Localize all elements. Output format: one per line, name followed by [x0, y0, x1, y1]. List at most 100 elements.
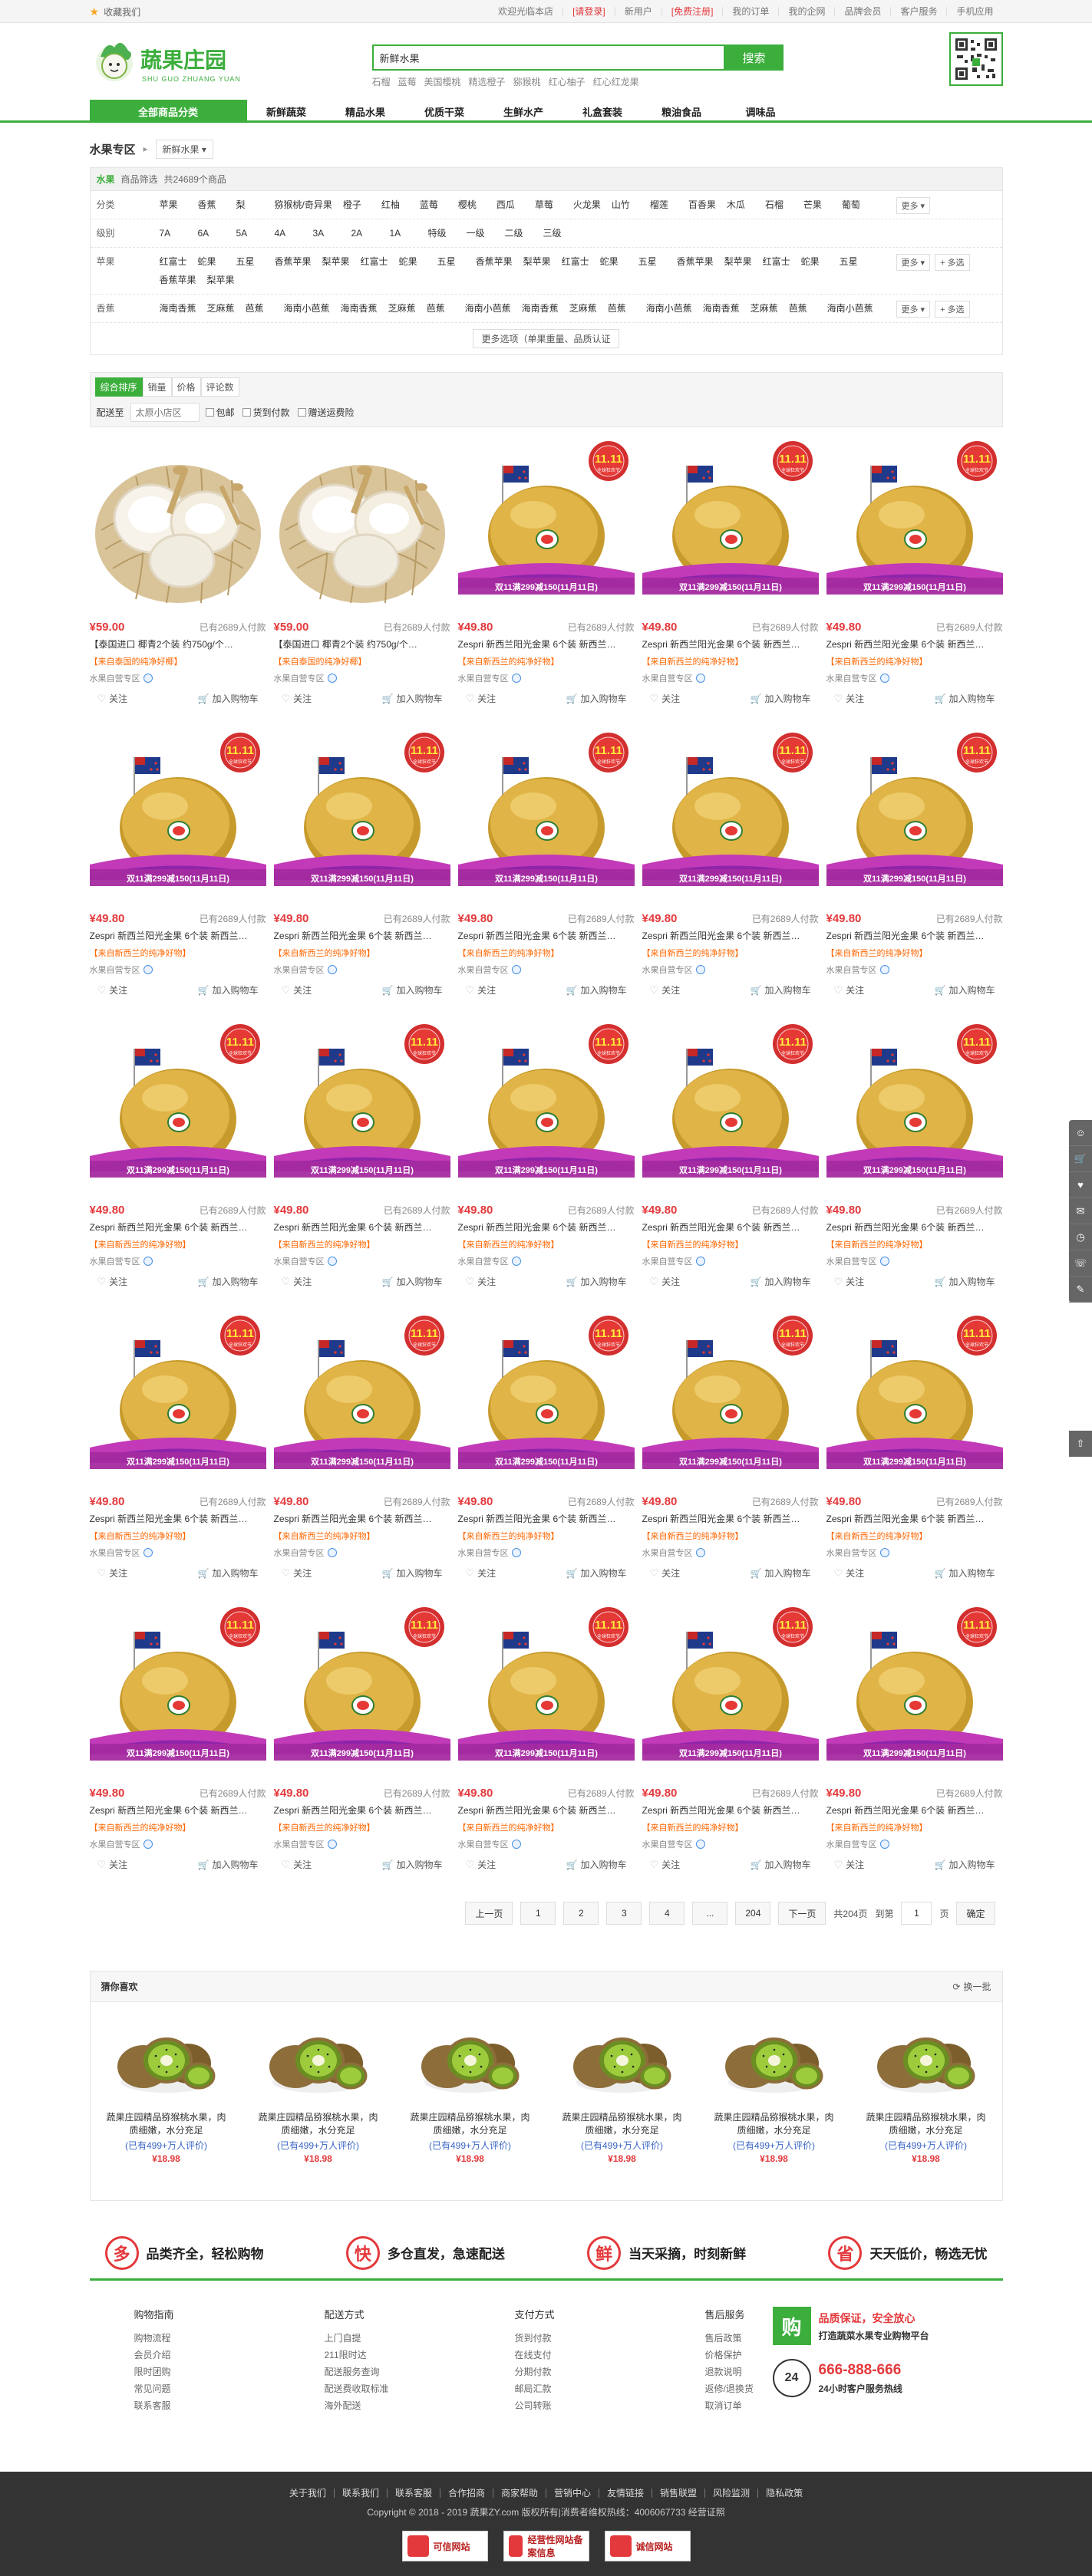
bottom-link[interactable]: 商家帮助: [492, 2489, 546, 2498]
add-to-cart-button[interactable]: 🛒 加入购物车: [751, 1566, 811, 1580]
product-image-kiwi[interactable]: 11.11 全球狂欢节 双11满299减150(11月11日): [457, 730, 635, 906]
filter-option[interactable]: 梨苹果: [322, 252, 361, 271]
product-shop[interactable]: 水果自营专区: [274, 1547, 450, 1559]
product-shop[interactable]: 水果自营专区: [274, 964, 450, 976]
follow-button[interactable]: ♡ 关注: [650, 1275, 681, 1288]
page-input[interactable]: 1: [901, 1902, 932, 1925]
product-card[interactable]: 11.11 全球狂欢节 双11满299减150(11月11日) ¥49.80 已有…: [273, 1313, 450, 1586]
page-number[interactable]: 204: [735, 1902, 771, 1925]
recommend-item[interactable]: 蔬果庄园精品猕猴桃水果，肉质细嫩，水分充足 (已有499+万人评价) ¥18.98: [865, 2013, 988, 2164]
side-edit-button[interactable]: ✎: [1069, 1276, 1092, 1303]
recommend-name[interactable]: 蔬果庄园精品猕猴桃水果，肉质细嫩，水分充足: [713, 2111, 836, 2137]
product-card[interactable]: ¥59.00 已有2689人付款 【泰国进口 椰青2个装 约750g/个… 【来自泰国…: [89, 438, 266, 711]
footer-link[interactable]: 配送费收取标准: [325, 2380, 515, 2397]
top-link[interactable]: 品牌会员: [834, 7, 890, 16]
follow-button[interactable]: ♡ 关注: [834, 983, 865, 996]
add-to-cart-button[interactable]: 🛒 加入购物车: [198, 1566, 259, 1580]
product-name[interactable]: Zespri 新西兰阳光金果 6个装 新西兰…: [274, 1512, 450, 1525]
filter-option[interactable]: 橙子: [343, 196, 381, 214]
filter-option[interactable]: 芝麻蕉: [388, 299, 427, 318]
product-card[interactable]: 11.11 全球狂欢节 双11满299减150(11月11日) ¥49.80 已有…: [826, 1313, 1003, 1586]
bottom-link[interactable]: 合作招商: [439, 2489, 493, 2498]
all-categories-button[interactable]: 全部商品分类: [89, 100, 247, 123]
product-shop[interactable]: 水果自营专区: [458, 1838, 635, 1850]
follow-button[interactable]: ♡ 关注: [650, 1566, 681, 1580]
filter-option[interactable]: 香蕉苹果: [160, 271, 207, 289]
filter-option[interactable]: 蛇果: [198, 252, 236, 271]
product-shop[interactable]: 水果自营专区: [826, 672, 1003, 684]
footer-link[interactable]: 会员介绍: [134, 2347, 325, 2364]
filter-option[interactable]: 7A: [160, 224, 198, 242]
nav-item[interactable]: 精品水果: [326, 100, 405, 123]
product-card[interactable]: 11.11 全球狂欢节 双11满299减150(11月11日) ¥49.80 已有…: [826, 438, 1003, 711]
product-name[interactable]: Zespri 新西兰阳光金果 6个装 新西兰…: [90, 1512, 266, 1525]
product-image-kiwi[interactable]: 11.11 全球狂欢节 双11满299减150(11月11日): [273, 1604, 450, 1780]
top-link[interactable]: 新用户: [614, 7, 661, 16]
footer-link[interactable]: 公司转账: [515, 2397, 705, 2414]
product-image-coconut[interactable]: [273, 438, 450, 614]
product-image-kiwi[interactable]: 11.11 全球狂欢节 双11满299减150(11月11日): [826, 438, 1003, 614]
filter-option[interactable]: 西瓜: [497, 196, 535, 214]
product-shop[interactable]: 水果自营专区: [274, 672, 450, 684]
filter-op-button[interactable]: 更多 ▾: [896, 254, 931, 271]
recommend-item[interactable]: 蔬果庄园精品猕猴桃水果，肉质细嫩，水分充足 (已有499+万人评价) ¥18.98: [713, 2013, 836, 2164]
nav-item[interactable]: 生鲜水产: [484, 100, 563, 123]
product-card[interactable]: 11.11 全球狂欢节 双11满299减150(11月11日) ¥49.80 已有…: [89, 1021, 266, 1294]
product-shop[interactable]: 水果自营专区: [458, 1255, 635, 1267]
add-to-cart-button[interactable]: 🛒 加入购物车: [198, 1275, 259, 1288]
product-card[interactable]: 11.11 全球狂欢节 双11满299减150(11月11日) ¥49.80 已有…: [826, 1604, 1003, 1877]
filter-option[interactable]: 梨: [236, 196, 275, 214]
hot-word[interactable]: 石榴: [372, 75, 391, 88]
prev-page-button[interactable]: 上一页: [465, 1902, 513, 1925]
filter-option[interactable]: 6A: [198, 224, 236, 242]
product-name[interactable]: Zespri 新西兰阳光金果 6个装 新西兰…: [642, 1804, 819, 1817]
product-image-kiwi[interactable]: 11.11 全球狂欢节 双11满299减150(11月11日): [826, 1313, 1003, 1489]
filter-option[interactable]: 一级: [467, 224, 505, 242]
product-image-kiwi[interactable]: 11.11 全球狂欢节 双11满299减150(11月11日): [457, 1604, 635, 1780]
search-button[interactable]: 搜索: [724, 44, 784, 71]
product-card[interactable]: 11.11 全球狂欢节 双11满299减150(11月11日) ¥49.80 已有…: [89, 1313, 266, 1586]
recommend-image-kiwi[interactable]: [265, 2013, 372, 2105]
product-shop[interactable]: 水果自营专区: [458, 672, 635, 684]
follow-button[interactable]: ♡ 关注: [97, 983, 128, 996]
footer-link[interactable]: 常见问题: [134, 2380, 325, 2397]
filter-option[interactable]: 红柚: [381, 196, 420, 214]
product-shop[interactable]: 水果自营专区: [458, 1547, 635, 1559]
hot-word[interactable]: 蓝莓: [398, 75, 417, 88]
category-select[interactable]: 新鲜水果 ▾: [155, 139, 213, 159]
filter-option[interactable]: 蛇果: [801, 252, 840, 271]
bottom-link[interactable]: 风险监测: [704, 2489, 757, 2498]
product-shop[interactable]: 水果自营专区: [826, 964, 1003, 976]
change-batch-button[interactable]: ⟳ 换一批: [952, 1980, 991, 1993]
top-link[interactable]: 客户服务: [890, 7, 946, 16]
product-name[interactable]: Zespri 新西兰阳光金果 6个装 新西兰…: [458, 637, 635, 651]
follow-button[interactable]: ♡ 关注: [834, 1275, 865, 1288]
add-to-cart-button[interactable]: 🛒 加入购物车: [935, 983, 995, 996]
filter-option[interactable]: 海南小芭蕉: [284, 299, 341, 318]
product-shop[interactable]: 水果自营专区: [642, 964, 819, 976]
page-number[interactable]: 2: [563, 1902, 599, 1925]
filter-option[interactable]: 樱桃: [458, 196, 497, 214]
bottom-link[interactable]: 营销中心: [546, 2489, 599, 2498]
recommend-image-kiwi[interactable]: [417, 2013, 524, 2105]
product-card[interactable]: 11.11 全球狂欢节 双11满299减150(11月11日) ¥49.80 已有…: [457, 438, 635, 711]
recommend-name[interactable]: 蔬果庄园精品猕猴桃水果，肉质细嫩，水分充足: [105, 2111, 228, 2137]
product-name[interactable]: Zespri 新西兰阳光金果 6个装 新西兰…: [458, 1220, 635, 1234]
product-shop[interactable]: 水果自营专区: [826, 1838, 1003, 1850]
filter-option[interactable]: 五星: [840, 252, 878, 271]
filter-option[interactable]: 芝麻蕉: [751, 299, 789, 318]
follow-button[interactable]: ♡ 关注: [97, 692, 128, 705]
filter-option[interactable]: 二级: [505, 224, 543, 242]
product-image-kiwi[interactable]: 11.11 全球狂欢节 双11满299减150(11月11日): [89, 730, 266, 906]
product-shop[interactable]: 水果自营专区: [642, 672, 819, 684]
bottom-link[interactable]: 联系客服: [386, 2489, 440, 2498]
filter-op-button[interactable]: 更多 ▾: [896, 301, 931, 318]
product-name[interactable]: Zespri 新西兰阳光金果 6个装 新西兰…: [826, 1512, 1003, 1525]
product-shop[interactable]: 水果自营专区: [90, 964, 266, 976]
product-name[interactable]: Zespri 新西兰阳光金果 6个装 新西兰…: [642, 637, 819, 651]
add-to-cart-button[interactable]: 🛒 加入购物车: [382, 692, 443, 705]
filter-option[interactable]: 香蕉苹果: [476, 252, 523, 271]
filter-option[interactable]: 五星: [236, 252, 275, 271]
product-card[interactable]: 11.11 全球狂欢节 双11满299减150(11月11日) ¥49.80 已有…: [642, 1604, 819, 1877]
footer-link[interactable]: 上门自提: [325, 2330, 515, 2347]
